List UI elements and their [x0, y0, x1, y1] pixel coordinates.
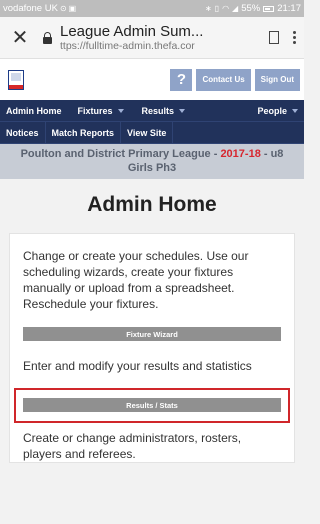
bookmark-icon[interactable]: [269, 31, 279, 44]
battery-percent: 55%: [241, 3, 261, 14]
nav-row-secondary: Notices Match Reports View Site: [0, 121, 304, 144]
people-description: Create or change administrators, rosters…: [23, 431, 242, 461]
bluetooth-icon: ∗: [204, 3, 212, 13]
fa-logo-icon[interactable]: [8, 69, 24, 90]
sign-out-button[interactable]: Sign Out: [254, 68, 300, 91]
vibrate-icon: ▯: [214, 3, 220, 13]
chevron-down-icon: [292, 108, 298, 113]
gallery-icon: ▣: [68, 3, 77, 13]
lock-icon[interactable]: [40, 31, 54, 44]
nav-people[interactable]: People: [251, 100, 304, 122]
browser-title-area[interactable]: League Admin Sum... ttps://fulltime-admi…: [60, 23, 261, 52]
chevron-down-icon: [179, 108, 186, 113]
nav-fixtures-label: Fixtures: [77, 105, 113, 116]
page-title: Admin Home: [87, 193, 217, 216]
results-description: Enter and modify your results and statis…: [23, 359, 252, 373]
nav-match-reports[interactable]: Match Reports: [46, 121, 122, 144]
fixture-wizard-button[interactable]: Fixture Wizard: [23, 327, 281, 341]
chevron-down-icon: [117, 108, 124, 113]
status-bar: vodafone UK ⊙ ▣ ∗ ▯ ◠ ◢ 55% 21:17: [0, 0, 304, 17]
nav-row-primary: Admin Home Fixtures Results People: [0, 100, 304, 122]
results-stats-highlight: Results / Stats: [14, 388, 290, 423]
nav-admin-home[interactable]: Admin Home: [0, 100, 68, 122]
league-banner: Poulton and District Primary League - 20…: [0, 144, 304, 179]
more-options-icon[interactable]: [293, 31, 296, 44]
browser-toolbar: ✕ League Admin Sum... ttps://fulltime-ad…: [0, 17, 304, 59]
season-label: 2017-18: [220, 148, 261, 160]
contact-us-button[interactable]: Contact Us: [196, 68, 251, 91]
carrier-group: vodafone UK ⊙ ▣: [3, 3, 76, 14]
wifi-icon: ◠: [222, 3, 230, 13]
close-icon[interactable]: ✕: [10, 25, 30, 50]
nav-view-site[interactable]: View Site: [121, 121, 174, 144]
page-title-text: League Admin Sum...: [60, 23, 204, 40]
url-text: ttps://fulltime-admin.thefa.cor: [60, 40, 195, 52]
battery-icon: [263, 5, 275, 12]
notification-icon: ⊙: [59, 3, 67, 13]
signal-icon: ◢: [232, 3, 239, 13]
status-right: ∗ ▯ ◠ ◢ 55% 21:17: [205, 3, 301, 14]
nav-results[interactable]: Results: [136, 100, 192, 122]
clock: 21:17: [277, 3, 301, 14]
results-stats-button[interactable]: Results / Stats: [23, 398, 281, 412]
site-header: ? Contact Us Sign Out: [0, 59, 304, 100]
admin-options-card: Change or create your schedules. Use our…: [9, 233, 295, 463]
nav-people-label: People: [257, 105, 287, 116]
nav-fixtures[interactable]: Fixtures: [72, 100, 130, 122]
nav-results-label: Results: [141, 105, 175, 116]
nav-admin-home-label: Admin Home: [6, 105, 62, 116]
league-name: Poulton and District Primary League -: [20, 148, 221, 160]
help-button[interactable]: ?: [170, 68, 193, 91]
nav-notices[interactable]: Notices: [0, 121, 46, 144]
carrier-label: vodafone UK: [3, 3, 58, 14]
main-nav: Admin Home Fixtures Results People Notic…: [0, 100, 304, 144]
fixtures-description: Change or create your schedules. Use our…: [23, 249, 249, 311]
